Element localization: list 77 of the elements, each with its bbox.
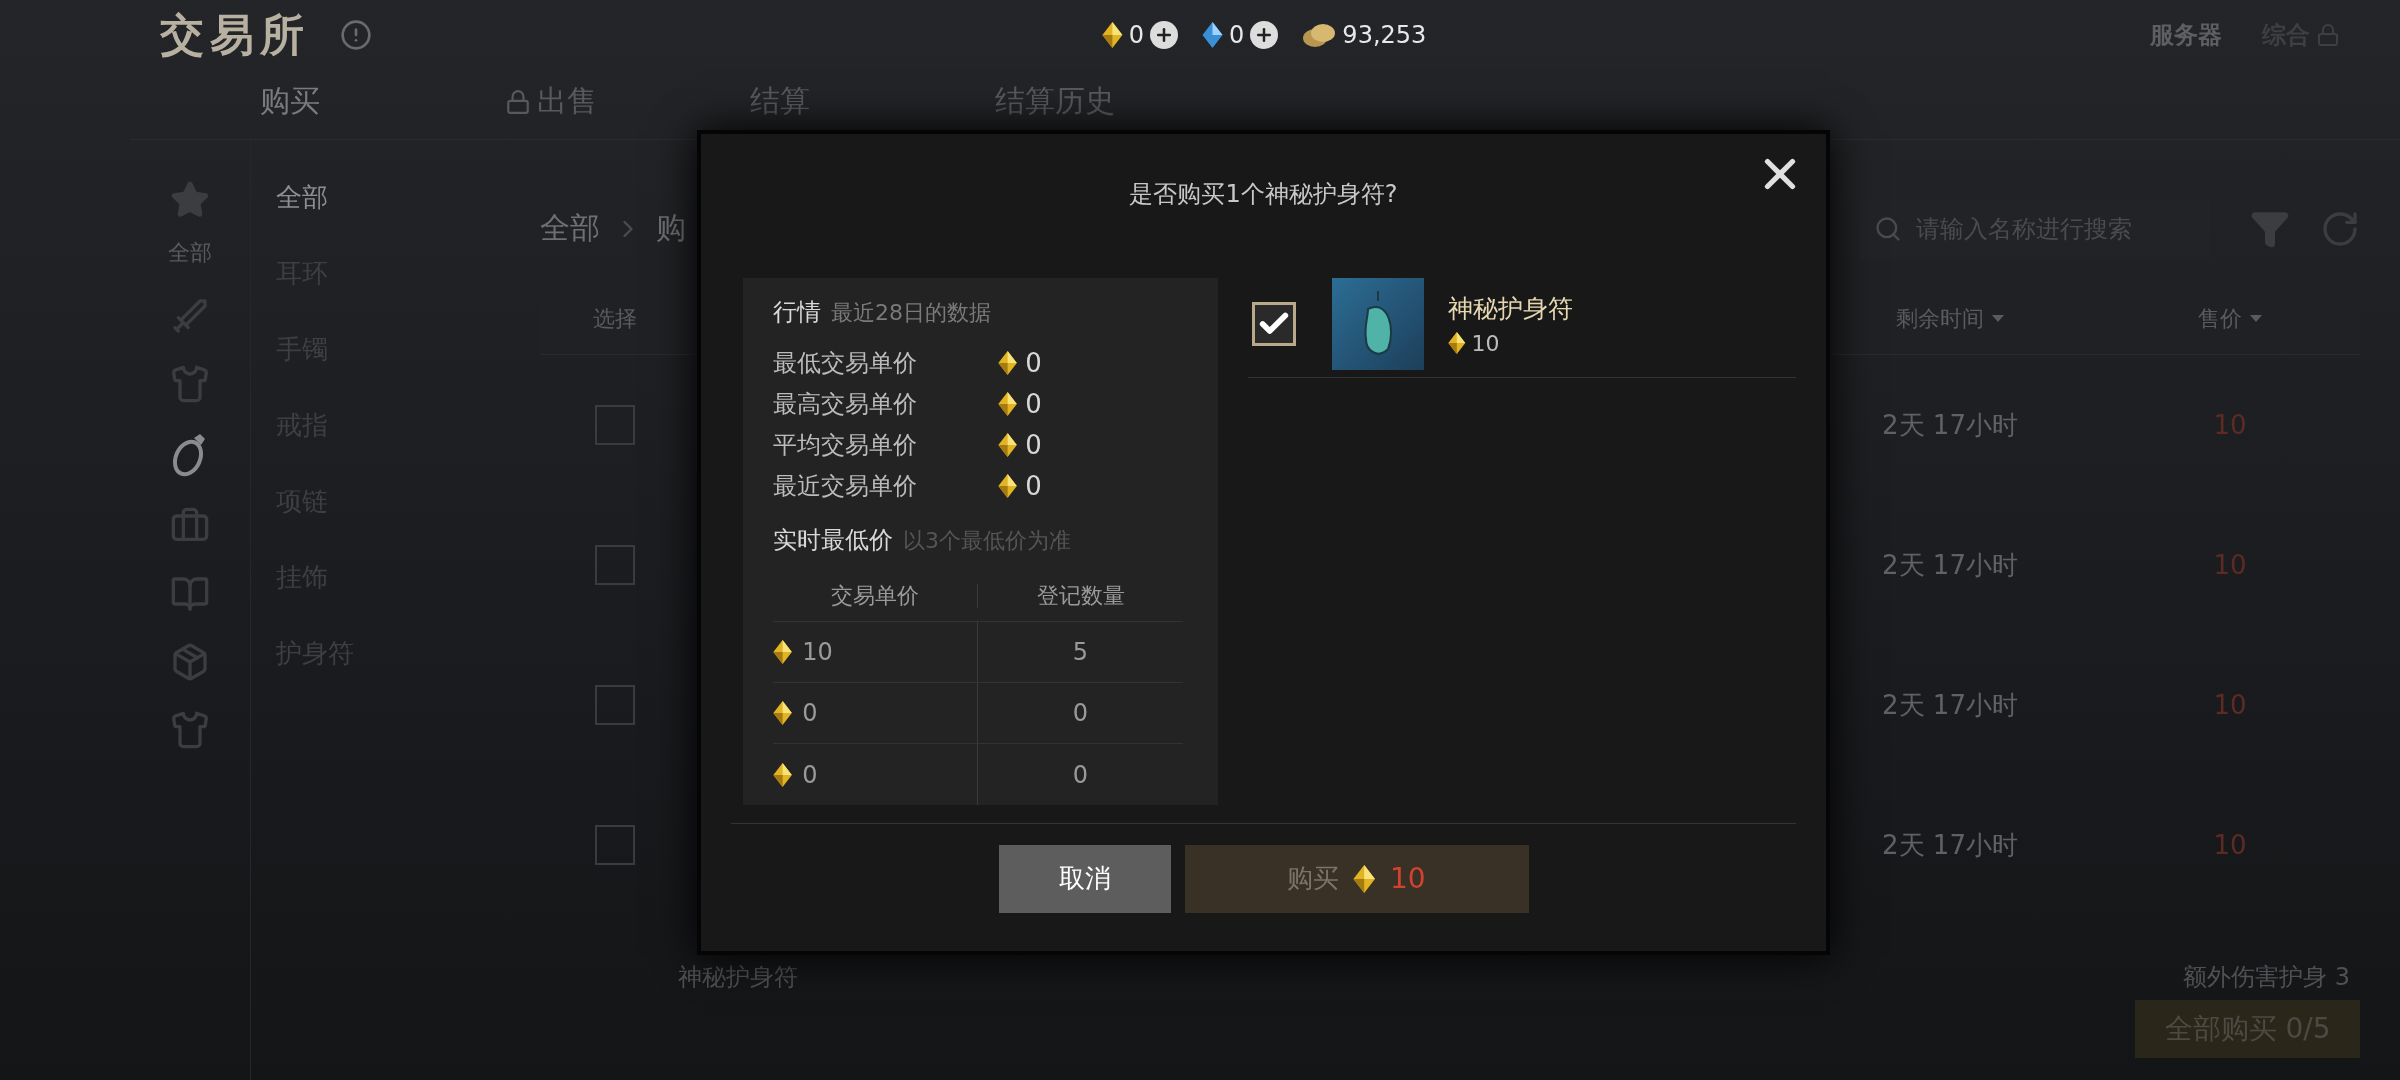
price-cell: 0 <box>802 760 818 789</box>
currency-amount: 0 <box>1128 21 1145 49</box>
alert-icon[interactable] <box>340 19 372 51</box>
package-icon <box>170 642 210 682</box>
remaining-time: 2天 17小时 <box>1882 408 2018 442</box>
row-checkbox[interactable] <box>595 685 635 725</box>
add-icon[interactable] <box>1250 21 1279 49</box>
crystal-icon <box>1202 22 1224 48</box>
column-header[interactable]: 选择 <box>593 303 637 334</box>
gem-icon <box>1102 22 1123 48</box>
row-checkbox[interactable] <box>595 825 635 865</box>
page-title: 交易所 <box>160 7 310 62</box>
stat-value: 0 <box>1025 388 1042 419</box>
gem-icon <box>998 391 1018 416</box>
category-item[interactable]: 全部 <box>276 180 540 215</box>
stat-value: 0 <box>1025 429 1042 460</box>
buy-button[interactable]: 购买 10 <box>1184 844 1529 913</box>
currency-amount: 0 <box>1229 21 1245 49</box>
ring-icon <box>172 432 208 478</box>
sword-icon <box>170 296 210 336</box>
lock-icon <box>505 88 531 115</box>
gem-icon <box>998 350 1018 375</box>
stat-label: 平均交易单价 <box>773 429 918 461</box>
stat-label: 最近交易单价 <box>773 470 918 502</box>
quantity-cell: 0 <box>1072 760 1089 789</box>
price-text: 10 <box>2213 690 2247 720</box>
column-header[interactable]: 剩余时间 <box>1896 303 2004 334</box>
price-cell: 0 <box>802 699 818 727</box>
row-checkbox[interactable] <box>595 405 635 445</box>
item-effect: 额外伤害护身 3 <box>2183 962 2350 993</box>
item-name: 神秘护身符 <box>1448 292 1573 325</box>
breadcrumb-item[interactable]: 全部 <box>540 208 600 249</box>
tab[interactable]: 购买 <box>260 81 505 122</box>
remaining-time: 2天 17小时 <box>1882 828 2018 862</box>
shirt-icon <box>170 710 210 750</box>
column-header[interactable]: 售价 <box>2198 303 2262 334</box>
gem-icon <box>1448 332 1466 354</box>
section-note: 最近28日的数据 <box>831 299 991 327</box>
remaining-time: 2天 17小时 <box>1882 548 2018 582</box>
column-header: 登记数量 <box>1036 581 1125 610</box>
stat-value: 0 <box>1025 470 1042 501</box>
search-icon <box>1874 214 1902 243</box>
server-label[interactable]: 服务器 <box>2150 19 2222 51</box>
item-checkbox[interactable] <box>1252 301 1296 346</box>
stat-value: 0 <box>1025 347 1042 378</box>
item-price: 10 <box>1471 330 1500 356</box>
gem-icon <box>773 762 793 787</box>
sidebar-label: 全部 <box>168 239 212 267</box>
row-checkbox[interactable] <box>595 545 635 585</box>
remaining-time: 2天 17小时 <box>1882 688 2018 722</box>
coin-pile-icon <box>1302 22 1337 48</box>
breadcrumb-item[interactable]: 购 <box>656 208 686 249</box>
section-heading: 实时最低价 <box>773 525 893 556</box>
quantity-cell: 5 <box>1072 638 1089 666</box>
dialog-title: 是否购买1个神秘护身符? <box>1129 179 1398 210</box>
price-text: 10 <box>2213 550 2247 580</box>
gem-icon <box>1353 864 1376 893</box>
stat-label: 最低交易单价 <box>773 347 918 379</box>
price-cell: 10 <box>802 638 833 666</box>
column-header: 交易单价 <box>831 581 919 610</box>
gem-icon <box>773 701 793 725</box>
gem-icon <box>998 473 1018 498</box>
price-text: 10 <box>2213 830 2247 860</box>
stat-label: 最高交易单价 <box>773 388 918 420</box>
sort-caret-icon <box>1992 315 2004 322</box>
price-text: 10 <box>2213 410 2247 440</box>
star-icon <box>170 180 210 220</box>
gem-icon <box>773 640 793 664</box>
shirt-icon <box>170 364 210 404</box>
sort-caret-icon <box>2250 315 2262 322</box>
quantity-cell: 0 <box>1072 699 1089 727</box>
item-name: 神秘护身符 <box>678 962 798 993</box>
gem-icon <box>998 432 1018 457</box>
cancel-button[interactable]: 取消 <box>998 844 1171 913</box>
section-heading: 行情 <box>773 297 821 328</box>
add-icon[interactable] <box>1150 21 1179 49</box>
currency-amount: 93,253 <box>1342 21 1427 49</box>
